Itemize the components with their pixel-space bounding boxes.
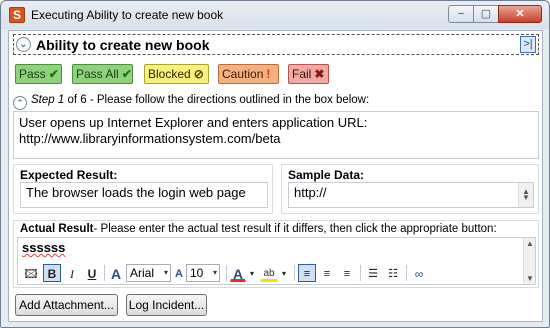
test-case-title: Ability to create new book: [36, 37, 210, 53]
step-indicator: ⌃ Step 1 of 6 - Please follow the directi…: [13, 94, 369, 110]
window-title: Executing Ability to create new book: [31, 8, 224, 22]
x-icon: ✖: [314, 67, 325, 81]
log-incident-button[interactable]: Log Incident...: [126, 294, 207, 316]
font-family-value: Arial: [130, 266, 155, 280]
collapse-header-icon[interactable]: ⌄: [16, 37, 31, 52]
close-button[interactable]: ✕: [498, 5, 542, 23]
insert-image-icon[interactable]: 🖾: [22, 264, 40, 282]
actual-result-title: Actual Result: [20, 223, 94, 235]
add-attachment-button[interactable]: Add Attachment...: [15, 294, 118, 316]
pass-all-button[interactable]: Pass All ✔: [72, 64, 133, 84]
step-description: User opens up Internet Explorer and ente…: [13, 111, 539, 159]
toolbar-separator: [406, 265, 407, 281]
fail-button[interactable]: Fail ✖: [288, 64, 329, 84]
font-color-icon[interactable]: A: [230, 264, 246, 282]
scroll-down-icon[interactable]: ▼: [526, 274, 534, 283]
font-icon: A: [110, 266, 122, 282]
bullet-list-icon[interactable]: ☰: [364, 264, 382, 282]
pass-label: Pass: [19, 67, 46, 81]
font-size-select[interactable]: 10 ▾: [186, 264, 220, 282]
font-color-dropdown-icon[interactable]: ▾: [247, 264, 257, 282]
caution-label: Caution: [222, 67, 264, 81]
blocked-button[interactable]: Blocked ⊘: [144, 64, 209, 84]
content-area: ⌄ Ability to create new book >| Pass ✔ Pa…: [8, 30, 543, 322]
toolbar-separator: [226, 265, 227, 281]
app-icon: S: [9, 7, 25, 23]
sample-data-scrollbar[interactable]: ▲ ▼: [518, 183, 533, 207]
step-number: Step 1: [31, 94, 65, 106]
blocked-label: Blocked: [148, 67, 191, 81]
toolbar-separator: [360, 265, 361, 281]
minimize-button[interactable]: −: [448, 5, 474, 23]
align-right-icon[interactable]: ≡: [338, 264, 356, 282]
numbered-list-icon[interactable]: ☷: [384, 264, 402, 282]
title-bar[interactable]: S Executing Ability to create new book −…: [1, 1, 549, 29]
expected-result-label: Expected Result:: [20, 168, 118, 182]
toolbar-separator: [104, 265, 105, 281]
underline-button[interactable]: U: [83, 264, 101, 282]
double-check-icon: ✔: [121, 67, 132, 81]
actual-result-editor[interactable]: ssssss 🖾 B I U A Arial ▾ A 10 ▾ A ▾ ab ▾…: [17, 237, 536, 285]
font-size-value: 10: [190, 266, 204, 280]
actual-result-label: Actual Result- Please enter the actual t…: [20, 223, 497, 235]
test-case-header: ⌄ Ability to create new book >|: [13, 34, 539, 55]
chevron-down-icon: ▾: [212, 268, 217, 277]
align-center-icon[interactable]: ≡: [318, 264, 336, 282]
fail-label: Fail: [292, 67, 312, 81]
test-execution-window: S Executing Ability to create new book −…: [0, 0, 550, 328]
sample-data-label: Sample Data:: [288, 168, 365, 182]
caution-button[interactable]: Caution!: [218, 64, 279, 84]
highlight-dropdown-icon[interactable]: ▾: [279, 264, 289, 282]
actual-result-scrollbar[interactable]: ▲ ▼: [523, 238, 535, 284]
pass-all-label: Pass All: [76, 67, 119, 81]
expected-result-value: The browser loads the login web page: [20, 182, 268, 208]
actual-result-panel: Actual Result- Please enter the actual t…: [13, 220, 539, 288]
expected-result-panel: Expected Result: The browser loads the l…: [13, 164, 273, 214]
italic-button[interactable]: I: [63, 264, 81, 282]
maximize-button[interactable]: ▢: [473, 5, 499, 23]
sample-data-value: http:// ▲ ▼: [288, 182, 534, 208]
exclamation-icon: !: [266, 67, 271, 81]
formatting-toolbar: 🖾 B I U A Arial ▾ A 10 ▾ A ▾ ab ▾ ≡ ≡ ≡ …: [22, 262, 532, 284]
chevron-down-icon: ▾: [163, 268, 168, 277]
highlight-color-icon[interactable]: ab: [260, 264, 278, 282]
link-icon[interactable]: ∞: [410, 264, 428, 282]
toolbar-separator: [294, 265, 295, 281]
collapse-step-icon[interactable]: ⌃: [13, 96, 27, 110]
sample-data-text: http://: [294, 185, 327, 200]
pass-button[interactable]: Pass ✔: [15, 64, 62, 84]
actual-result-instructions: - Please enter the actual test result if…: [93, 223, 497, 235]
scroll-down-icon[interactable]: ▼: [522, 190, 530, 206]
check-icon: ✔: [48, 67, 59, 81]
bold-button[interactable]: B: [43, 264, 61, 282]
blocked-icon: ⊘: [193, 67, 204, 81]
scroll-up-icon[interactable]: ▲: [526, 239, 534, 248]
font-size-icon: A: [175, 268, 183, 280]
expand-panel-icon[interactable]: >|: [520, 36, 536, 53]
align-left-icon[interactable]: ≡: [298, 264, 316, 282]
actual-result-text[interactable]: ssssss: [22, 240, 65, 255]
step-instructions: of 6 - Please follow the directions outl…: [64, 94, 370, 106]
sample-data-panel: Sample Data: http:// ▲ ▼: [281, 164, 539, 214]
font-family-select[interactable]: Arial ▾: [126, 264, 171, 282]
